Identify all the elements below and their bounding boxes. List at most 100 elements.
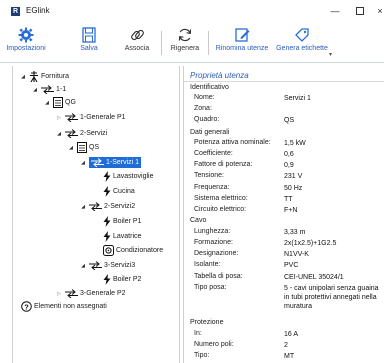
tree-node-label: 1-Servizi 1 (106, 159, 140, 166)
associa-label: Associa (124, 45, 150, 52)
prop-label: Numero poli: (194, 341, 234, 348)
prop-label: Tipo posa: (194, 284, 227, 291)
properties-title: Proprietà utenza (190, 71, 249, 80)
tree-node-1-1[interactable]: ◢ 1-1 (31, 83, 66, 96)
prop-value-tipo[interactable]: MT (284, 352, 384, 361)
prop-label: Lunghezza: (194, 228, 231, 235)
prop-value-in[interactable]: 16 A (284, 330, 384, 339)
prop-value-frequenza[interactable]: 50 Hz (284, 184, 384, 193)
prop-value-fattore[interactable]: 0,9 (284, 161, 384, 170)
associa-button[interactable]: Associa (121, 27, 153, 59)
tree-node-label: QG (65, 99, 76, 106)
prop-value-potenza[interactable]: 1,5 kW (284, 139, 384, 148)
tree-node-label: 3-Servizi3 (104, 262, 136, 269)
tree-node-label: 2-Servizi (80, 130, 108, 137)
prop-value-tensione[interactable]: 231 V (284, 172, 384, 181)
prop-value-formazione[interactable]: 2x(1x2.5)+1G2.5 (284, 239, 384, 248)
collapse-arrow-icon[interactable]: ◢ (43, 100, 51, 106)
collapse-arrow-icon[interactable]: ◢ (79, 263, 87, 269)
ribbon-more-dropdown[interactable]: ▾ (329, 51, 332, 58)
tree-panel: ◢ Fornitura ◢ 1-1 ◢ QG ▷ 1-Generale P1 ◢… (12, 66, 180, 363)
maximize-button[interactable] (351, 3, 369, 19)
prop-label: Designazione: (194, 250, 239, 257)
prop-value-poli[interactable]: 2 (284, 341, 384, 350)
prop-value-quadro[interactable]: QS (284, 116, 384, 125)
prop-label: Potenza attiva nominale: (194, 139, 271, 146)
tree-node-lavatrice[interactable]: Lavatrice (103, 230, 141, 243)
tree-node-2-servizi2[interactable]: ◢ 2-Servizi2 (79, 200, 135, 213)
prop-label: Tabella di posa: (194, 273, 243, 280)
lightning-icon (103, 216, 111, 227)
tree-node-cucina[interactable]: Cucina (103, 185, 135, 198)
collapse-arrow-icon[interactable]: ◢ (79, 160, 87, 166)
tree-node-label: 2-Servizi2 (104, 203, 136, 210)
prop-value-tabella[interactable]: CEI-UNEL 35024/1 (284, 273, 384, 282)
prop-value-nome[interactable]: Servizi 1 (284, 94, 384, 103)
tree-node-boiler-p2[interactable]: Boiler P2 (103, 273, 141, 286)
prop-value-tipo-posa[interactable]: 5 - cavi unipolari senza guaina in tubi … (284, 284, 384, 311)
tree-node-label: QS (89, 144, 100, 151)
tree-node-label: Lavatrice (113, 233, 142, 240)
power-tower-icon (30, 71, 38, 82)
collapse-arrow-icon[interactable]: ◢ (31, 87, 39, 93)
tree-node-lavastoviglie[interactable]: Lavastoviglie (103, 170, 153, 183)
minimize-button[interactable]: — (326, 3, 344, 19)
link-icon (131, 29, 144, 41)
circuit-icon (89, 202, 102, 211)
prop-label: Sistema elettrico: (194, 195, 248, 202)
rinomina-utenze-button[interactable]: Rinomina utenze (212, 27, 272, 59)
tree-node-generale-p2[interactable]: ▷ 3-Generale P2 (55, 287, 126, 300)
prop-label: Zona: (194, 105, 212, 112)
prop-value-isolante[interactable]: PVC (284, 261, 384, 270)
tree-node-condizionatore[interactable]: Condizionatore (103, 244, 163, 257)
window-title: EGlink (26, 6, 50, 15)
panel-icon (53, 97, 63, 108)
expand-arrow-icon[interactable]: ▷ (55, 115, 63, 121)
divider (184, 81, 384, 82)
tree-node-3-servizi3[interactable]: ◢ 3-Servizi3 (79, 259, 135, 272)
prop-value-coefficiente[interactable]: 0,6 (284, 150, 384, 159)
section-identificativo: Identificativo (190, 84, 229, 91)
prop-value-designazione[interactable]: N1VV-K (284, 250, 384, 259)
tree-node-label: Boiler P2 (113, 276, 142, 283)
lightning-icon (103, 186, 111, 197)
rigenera-button[interactable]: Rigenera (168, 27, 202, 59)
expand-arrow-icon[interactable]: ▷ (55, 291, 63, 297)
genera-etichette-button[interactable]: Genera etichette (273, 27, 331, 59)
collapse-arrow-icon[interactable]: ◢ (67, 145, 75, 151)
app-icon: R (11, 7, 20, 16)
tree-node-2-servizi[interactable]: ◢ 2-Servizi (55, 127, 107, 140)
collapse-arrow-icon[interactable]: ◢ (55, 131, 63, 137)
tree-node-boiler-p1[interactable]: Boiler P1 (103, 215, 141, 228)
tag-icon (295, 28, 309, 42)
prop-label: Formazione: (194, 239, 233, 246)
prop-value-lunghezza[interactable]: 3,33 m (284, 228, 384, 237)
tree-node-label: Condizionatore (116, 247, 164, 254)
prop-label: Nome: (194, 94, 215, 101)
save-icon (82, 27, 96, 43)
selection-highlight: 1-Servizi 1 (89, 157, 142, 168)
tree-node-generale-p1[interactable]: ▷ 1-Generale P1 (55, 111, 126, 124)
prop-label: Tipo: (194, 352, 210, 359)
prop-value-sistema[interactable]: TT (284, 195, 384, 204)
ribbon-separator (208, 31, 209, 55)
close-button[interactable]: × (374, 3, 384, 19)
prop-value-circuito[interactable]: F+N (284, 206, 384, 215)
tree-node-qg[interactable]: ◢ QG (43, 96, 76, 109)
tree-node-qs[interactable]: ◢ QS (67, 141, 99, 154)
tree-node-fornitura[interactable]: ◢ Fornitura (19, 70, 69, 83)
collapse-arrow-icon[interactable]: ◢ (79, 204, 87, 210)
prop-label: In: (194, 330, 202, 337)
collapse-arrow-icon[interactable]: ◢ (19, 74, 27, 80)
lightning-icon (103, 231, 111, 242)
tree-node-label: 3-Generale P2 (80, 290, 126, 297)
tree-node-servizi-1[interactable]: ◢ 1-Servizi 1 (79, 156, 142, 169)
prop-label: Fattore di potenza: (194, 161, 253, 168)
impostazioni-button[interactable]: Impostazioni (4, 27, 48, 59)
genera-etichette-label: Genera etichette (276, 45, 328, 52)
edit-icon (234, 28, 249, 42)
salva-button[interactable]: Salva (74, 27, 104, 59)
circuit-icon (89, 261, 102, 270)
tree-node-non-assegnati[interactable]: ? Elementi non assegnati (21, 300, 107, 313)
lightning-icon (103, 171, 111, 182)
